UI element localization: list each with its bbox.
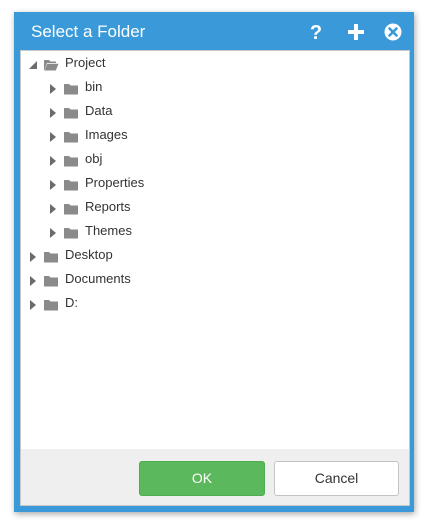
add-icon[interactable] bbox=[345, 21, 367, 43]
folder-icon bbox=[43, 274, 59, 288]
collapse-arrow-icon[interactable] bbox=[47, 82, 59, 94]
tree-node-label: Desktop bbox=[65, 247, 113, 262]
close-icon[interactable] bbox=[382, 21, 404, 43]
tree-node-images[interactable]: Images bbox=[41, 125, 409, 147]
help-icon[interactable]: ? bbox=[305, 21, 327, 44]
folder-icon bbox=[63, 82, 79, 96]
tree-node-label: D: bbox=[65, 295, 78, 310]
tree-node-label: Documents bbox=[65, 271, 131, 286]
dialog-title: Select a Folder bbox=[31, 22, 146, 41]
folder-open-icon bbox=[43, 58, 59, 72]
collapse-arrow-icon[interactable] bbox=[47, 178, 59, 190]
collapse-arrow-icon[interactable] bbox=[47, 202, 59, 214]
folder-icon bbox=[63, 226, 79, 240]
cancel-button[interactable]: Cancel bbox=[274, 461, 399, 496]
collapse-arrow-icon[interactable] bbox=[47, 130, 59, 142]
tree-node-d[interactable]: D: bbox=[21, 293, 409, 315]
svg-text:?: ? bbox=[310, 22, 322, 43]
tree-node-label: bin bbox=[85, 79, 103, 94]
tree-node-project[interactable]: Project bbox=[21, 53, 409, 75]
folder-icon bbox=[63, 202, 79, 216]
tree-node-obj[interactable]: obj bbox=[41, 149, 409, 171]
dialog-titlebar: Select a Folder ? bbox=[14, 12, 414, 52]
folder-icon bbox=[63, 130, 79, 144]
folder-icon bbox=[63, 178, 79, 192]
tree-node-reports[interactable]: Reports bbox=[41, 197, 409, 219]
folder-tree: Project bin Data Images obj Properties Reports… bbox=[21, 51, 409, 449]
tree-node-label: obj bbox=[85, 151, 103, 166]
folder-tree-panel: Project bin Data Images obj Properties Reports… bbox=[20, 50, 410, 450]
folder-icon bbox=[43, 250, 59, 264]
tree-node-properties[interactable]: Properties bbox=[41, 173, 409, 195]
collapse-arrow-icon[interactable] bbox=[27, 250, 39, 262]
collapse-arrow-icon[interactable] bbox=[27, 298, 39, 310]
dialog-footer: OK Cancel bbox=[20, 449, 410, 506]
tree-node-data[interactable]: Data bbox=[41, 101, 409, 123]
tree-node-label: Themes bbox=[85, 223, 132, 238]
tree-node-documents[interactable]: Documents bbox=[21, 269, 409, 291]
folder-icon bbox=[63, 106, 79, 120]
tree-node-label: Reports bbox=[85, 199, 131, 214]
collapse-arrow-icon[interactable] bbox=[47, 154, 59, 166]
ok-button[interactable]: OK bbox=[139, 461, 265, 496]
folder-icon bbox=[63, 154, 79, 168]
collapse-arrow-icon[interactable] bbox=[47, 106, 59, 118]
expand-arrow-icon[interactable] bbox=[27, 58, 39, 70]
tree-node-themes[interactable]: Themes bbox=[41, 221, 409, 243]
collapse-arrow-icon[interactable] bbox=[27, 274, 39, 286]
folder-icon bbox=[43, 298, 59, 312]
tree-node-label: Images bbox=[85, 127, 128, 142]
tree-node-bin[interactable]: bin bbox=[41, 77, 409, 99]
tree-node-label: Data bbox=[85, 103, 113, 118]
tree-node-label: Project bbox=[65, 55, 106, 70]
tree-node-desktop[interactable]: Desktop bbox=[21, 245, 409, 267]
collapse-arrow-icon[interactable] bbox=[47, 226, 59, 238]
tree-node-label: Properties bbox=[85, 175, 145, 190]
select-folder-dialog: Select a Folder ? Project bin Data Images ob… bbox=[14, 12, 414, 512]
